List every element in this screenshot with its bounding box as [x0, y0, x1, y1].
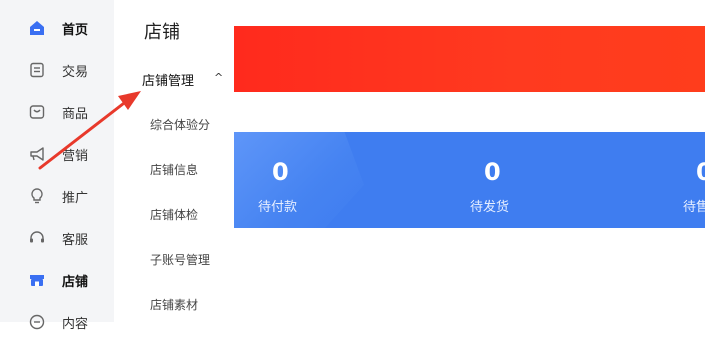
sidebar-item-trade[interactable]: 交易 [0, 55, 114, 85]
order-icon [28, 61, 46, 79]
sidebar-item-label: 商品 [62, 106, 89, 122]
primary-sidebar: 首页 交易 商品 营销 推广 客服 店铺 内容 [0, 0, 114, 332]
stat-pending-payment[interactable]: 0 待付款 [258, 132, 338, 228]
stat-value[interactable]: 0 [484, 158, 501, 186]
sidebar-item-marketing[interactable]: 营销 [0, 139, 114, 169]
goods-icon [28, 103, 46, 121]
secondary-sidebar: 店铺 店铺管理 ^ 综合体验分 店铺信息 店铺体检 子账号管理 店铺素材 [114, 0, 234, 322]
stat-value[interactable]: 0 [696, 158, 705, 186]
megaphone-icon [28, 145, 46, 163]
stat-label[interactable]: 待售 [683, 196, 705, 215]
sidebar-item-label: 交易 [62, 64, 89, 80]
sidebar-item-label: 店铺 [62, 274, 89, 290]
menu-item-store-checkup[interactable]: 店铺体检 [150, 206, 198, 223]
headset-icon [28, 229, 46, 247]
stat-label[interactable]: 待付款 [258, 196, 297, 215]
menu-item-store-assets[interactable]: 店铺素材 [150, 296, 198, 313]
sidebar-item-service[interactable]: 客服 [0, 223, 114, 253]
home-icon [28, 19, 46, 37]
chevron-up-icon[interactable]: ^ [214, 71, 223, 84]
sidebar-item-label: 客服 [62, 232, 89, 248]
sidebar-item-goods[interactable]: 商品 [0, 97, 114, 127]
promo-banner[interactable] [234, 26, 705, 92]
stat-label[interactable]: 待发货 [470, 196, 509, 215]
stat-pending-shipment[interactable]: 0 待发货 [470, 132, 550, 228]
sidebar-item-home[interactable]: 首页 [0, 13, 114, 43]
sidebar-item-promotion[interactable]: 推广 [0, 181, 114, 211]
store-icon [28, 271, 46, 289]
content-icon [28, 313, 46, 331]
stat-value[interactable]: 0 [272, 158, 289, 186]
menu-item-subaccount[interactable]: 子账号管理 [150, 251, 210, 268]
sidebar-item-label: 内容 [62, 316, 89, 332]
lightbulb-icon [28, 187, 46, 205]
sidebar-item-label: 营销 [62, 148, 89, 164]
order-stats-card: 0 待付款 0 待发货 0 待售 [234, 132, 705, 228]
menu-group-store-management[interactable]: 店铺管理 [142, 70, 194, 89]
menu-item-store-info[interactable]: 店铺信息 [150, 161, 198, 178]
panel-title: 店铺 [144, 22, 180, 43]
sidebar-item-content[interactable]: 内容 [0, 307, 114, 337]
sidebar-item-store[interactable]: 店铺 [0, 265, 114, 295]
stat-after-sale[interactable]: 0 待售 [683, 132, 705, 228]
sidebar-item-label: 推广 [62, 190, 89, 206]
menu-item-experience-score[interactable]: 综合体验分 [150, 116, 210, 133]
sidebar-item-label: 首页 [62, 22, 89, 38]
